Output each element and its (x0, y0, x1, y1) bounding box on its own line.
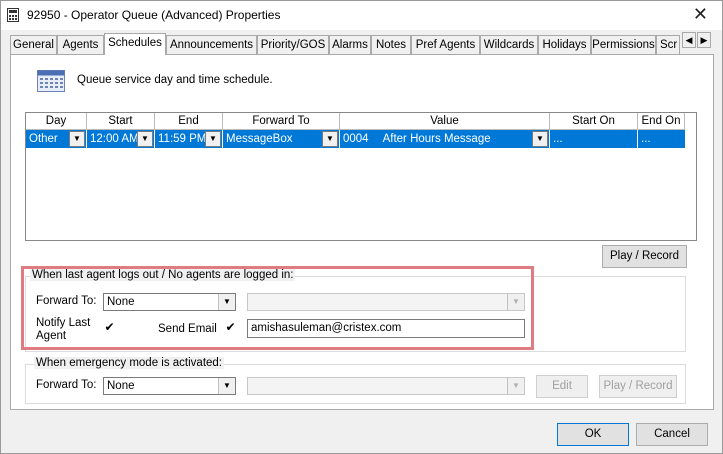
close-icon[interactable]: ✕ (693, 4, 708, 25)
highlight-box (21, 266, 534, 350)
tab-pref-agents[interactable]: Pref Agents (411, 35, 480, 54)
tab-priority-gos[interactable]: Priority/GOS (257, 35, 329, 54)
emergency-target-select[interactable]: ▼ (247, 377, 525, 395)
cell-day[interactable]: Other ▼ (26, 130, 87, 148)
cancel-button[interactable]: Cancel (636, 423, 708, 446)
tab-announcements[interactable]: Announcements (166, 35, 257, 54)
tab-wildcards[interactable]: Wildcards (480, 35, 538, 54)
chevron-down-icon: ▼ (507, 378, 524, 394)
title-bar: 92950 - Operator Queue (Advanced) Proper… (1, 1, 722, 30)
schedule-description: Queue service day and time schedule. (77, 74, 273, 86)
chevron-down-icon[interactable]: ▼ (218, 378, 235, 394)
emergency-forward-to-value: None (107, 380, 135, 392)
tab-general[interactable]: General (10, 35, 57, 54)
emergency-forward-to-label: Forward To: (36, 379, 97, 391)
chevron-down-icon[interactable]: ▼ (137, 131, 153, 147)
col-header-forward-to[interactable]: Forward To (223, 113, 340, 130)
cell-day-value: Other (29, 133, 58, 145)
tab-scroll-right-icon[interactable]: ▶ (697, 32, 711, 48)
tab-permissions[interactable]: Permissions (591, 35, 656, 54)
phone-app-icon (7, 8, 19, 22)
chevron-down-icon[interactable]: ▼ (322, 131, 338, 147)
cell-end-value: 11:59 PM (158, 133, 207, 145)
cell-start[interactable]: 12:00 AM ▼ (87, 130, 155, 148)
tab-holidays[interactable]: Holidays (538, 35, 591, 54)
tab-notes[interactable]: Notes (371, 35, 411, 54)
tab-schedules[interactable]: Schedules (104, 33, 166, 55)
cell-value[interactable]: 0004 After Hours Message ▼ (340, 130, 550, 148)
cell-start-on[interactable]: ... (550, 130, 638, 148)
window-title: 92950 - Operator Queue (Advanced) Proper… (27, 8, 281, 22)
schedules-panel: Queue service day and time schedule. Day… (10, 54, 714, 410)
tab-alarms[interactable]: Alarms (329, 35, 371, 54)
col-header-start[interactable]: Start (87, 113, 155, 130)
table-row[interactable]: Other ▼ 12:00 AM ▼ 11:59 PM ▼ MessageBox ▼ 0… (26, 130, 685, 148)
play-record-button[interactable]: Play / Record (602, 245, 687, 268)
col-header-end[interactable]: End (155, 113, 223, 130)
chevron-down-icon[interactable]: ▼ (69, 131, 85, 147)
col-header-value[interactable]: Value (340, 113, 550, 130)
chevron-down-icon[interactable]: ▼ (205, 131, 221, 147)
col-header-end-on[interactable]: End On (638, 113, 685, 130)
emergency-group-label: When emergency mode is activated: (34, 357, 225, 369)
cell-value-name: After Hours Message (382, 133, 491, 145)
cell-value-code: 0004 (343, 133, 369, 145)
cell-start-value: 12:00 AM (90, 133, 139, 145)
schedule-grid[interactable]: Day Start End Forward To Value Start On … (25, 112, 697, 241)
cell-forward-to[interactable]: MessageBox ▼ (223, 130, 340, 148)
cell-forward-to-value: MessageBox (226, 133, 293, 145)
edit-button[interactable]: Edit (536, 375, 588, 398)
col-header-start-on[interactable]: Start On (550, 113, 638, 130)
emergency-forward-to-select[interactable]: None ▼ (103, 377, 236, 395)
ok-button[interactable]: OK (557, 423, 629, 446)
cell-end[interactable]: 11:59 PM ▼ (155, 130, 223, 148)
cell-end-on[interactable]: ... (638, 130, 685, 148)
tab-agents[interactable]: Agents (57, 35, 104, 54)
calendar-icon (37, 70, 65, 92)
tab-scroll-left-icon[interactable]: ◀ (682, 32, 696, 48)
chevron-down-icon[interactable]: ▼ (532, 131, 548, 147)
col-header-day[interactable]: Day (26, 113, 87, 130)
properties-window: 92950 - Operator Queue (Advanced) Proper… (0, 0, 723, 454)
emergency-play-record-button[interactable]: Play / Record (599, 375, 677, 398)
tab-scr[interactable]: Scr (656, 35, 680, 54)
